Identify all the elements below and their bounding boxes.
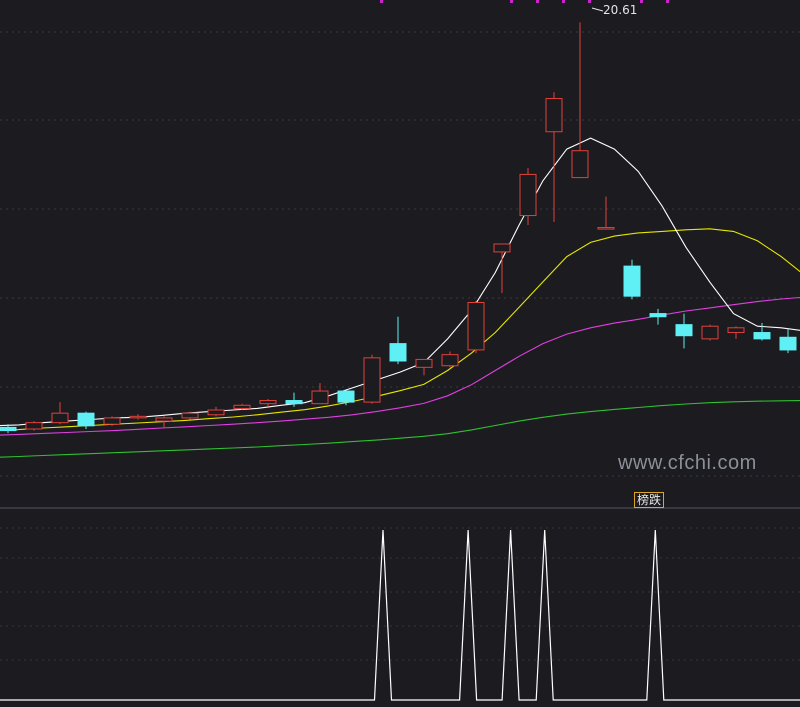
candle-body — [207, 409, 225, 416]
candle-body — [623, 265, 641, 297]
candle-body — [493, 243, 511, 253]
candle-body — [25, 422, 43, 430]
candle-body — [129, 415, 147, 419]
candle-body — [233, 404, 251, 409]
candle-body — [311, 390, 329, 405]
candle-body — [103, 417, 121, 425]
marker-dot — [510, 0, 513, 3]
candle-body — [285, 400, 303, 405]
candle-body — [467, 302, 485, 351]
candle-body — [545, 98, 563, 133]
candle-body — [649, 313, 667, 318]
candle-body — [727, 327, 745, 334]
ma5-line — [0, 137, 800, 427]
peak-arrow — [591, 7, 604, 12]
ma20-line — [0, 296, 800, 436]
candle-body — [181, 412, 199, 419]
candle-body — [415, 358, 433, 368]
marker-dot — [562, 0, 565, 3]
candle-body — [389, 343, 407, 362]
signal-label: 榜跌 — [634, 492, 665, 508]
peak-price-label: 20.61 — [603, 3, 638, 17]
candle-body — [701, 325, 719, 340]
ma60-line — [0, 400, 800, 458]
candle-body — [571, 150, 589, 179]
marker-dot — [666, 0, 669, 3]
watermark: www.cfchi.com — [618, 452, 757, 474]
candle-body — [753, 332, 771, 340]
candle-body — [337, 390, 355, 403]
candle-body — [0, 426, 17, 432]
marker-dot — [380, 0, 383, 3]
candle-body — [363, 357, 381, 403]
stock-chart: 20.61 www.cfchi.com 榜跌 — [0, 0, 800, 707]
signal-line — [0, 529, 800, 701]
candle-body — [155, 417, 173, 422]
candle-body — [51, 412, 69, 424]
marker-dot — [640, 0, 643, 3]
candle-body — [675, 324, 693, 337]
chart-canvas — [0, 0, 800, 701]
candle-body — [779, 336, 797, 351]
marker-dot — [536, 0, 539, 3]
candle-body — [259, 400, 277, 405]
candle-body — [441, 354, 459, 367]
candle-body — [519, 173, 537, 217]
marker-dot — [588, 0, 591, 3]
candle-body — [597, 227, 615, 230]
candle-body — [77, 412, 95, 427]
